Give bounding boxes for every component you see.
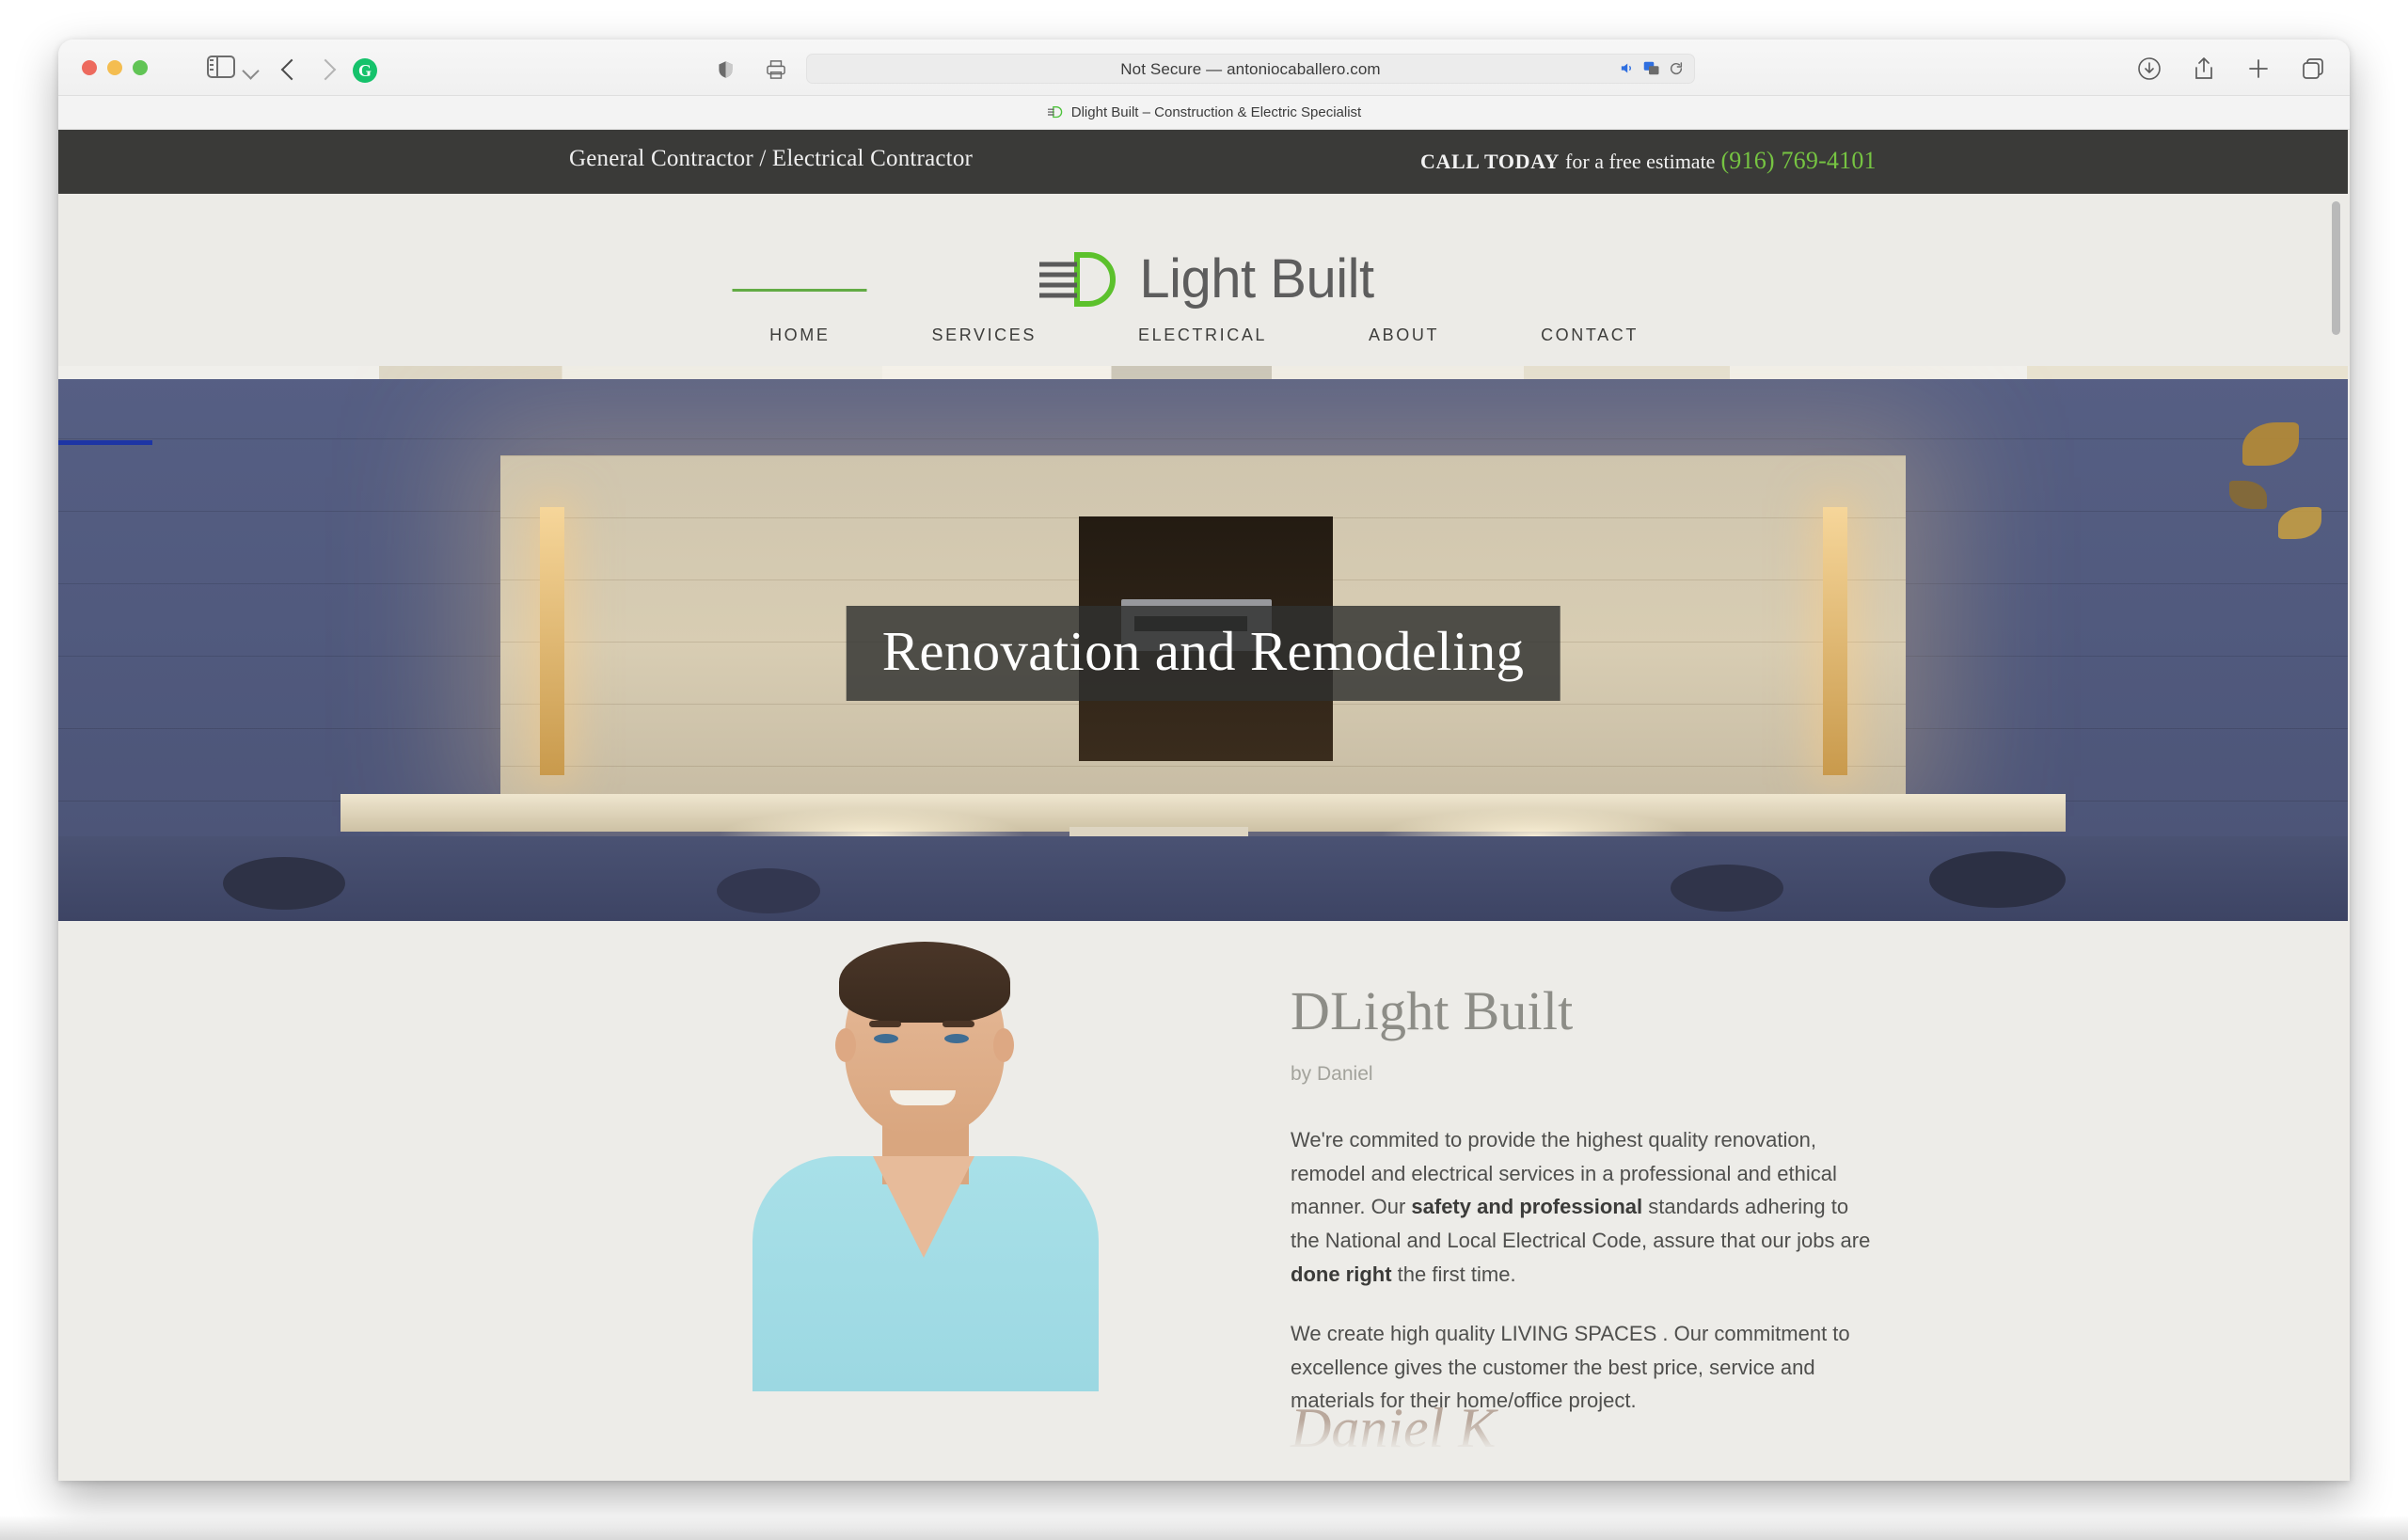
hero-light-panel-left [540,507,564,775]
plus-icon[interactable] [2246,56,2271,81]
nav-label-home: HOME [769,325,831,344]
toolbar-right-icons [2137,56,2325,81]
hero-light-panel-right [1823,507,1847,775]
reader-icon[interactable] [766,60,786,79]
main-navigation: HOME SERVICES ELECTRICAL ABOUT CONTACT [58,325,2350,345]
hero-bush [1671,865,1783,912]
grammarly-icon[interactable]: G [353,58,377,83]
chevron-down-icon[interactable] [242,62,260,80]
minimize-window-button[interactable] [107,60,122,75]
page-load-progress [58,440,152,445]
tab-title[interactable]: Dlight Built – Construction & Electric S… [1071,104,1361,120]
about-p2-emphasis: LIVING SPACES [1500,1322,1657,1346]
nav-label-about: ABOUT [1369,325,1440,344]
site-header: Light Built HOME SERVICES ELECTRICAL ABO… [58,194,2350,366]
audio-icon[interactable] [1619,60,1635,76]
nav-label-electrical: ELECTRICAL [1138,325,1268,344]
hero-skyline-strip [58,366,2348,379]
forward-arrow-icon[interactable] [314,58,337,81]
reload-icon[interactable] [1669,61,1684,76]
site-logo[interactable]: Light Built [58,247,2350,310]
hero-bush [1929,851,2066,908]
sidebar-icon[interactable] [207,56,235,78]
hero-caption: Renovation and Remodeling [846,606,1560,701]
translate-icon[interactable] [1643,60,1660,76]
site-logo-text: Light Built [1139,248,1374,310]
hero-bush [717,868,820,913]
call-today-label: CALL TODAY [1420,150,1560,173]
about-paragraph-1: We're commited to provide the highest qu… [1291,1123,1874,1291]
free-estimate-label: for a free estimate [1565,150,1716,173]
url-text: Not Secure — antoniocaballero.com [1120,60,1381,78]
about-p1-bold-1: safety and professional [1411,1195,1643,1219]
address-bar-icons [1619,60,1684,76]
nav-item-contact[interactable]: CONTACT [1490,325,1689,345]
close-window-button[interactable] [82,60,97,75]
about-text-block: DLight Built by Daniel We're commited to… [1291,979,1874,1418]
hero-ledge [341,794,2066,832]
about-p1-bold-2: done right [1291,1262,1392,1286]
browser-toolbar: G Not Secure — antoniocaballero.com [58,40,2350,96]
grammarly-letter: G [357,61,372,80]
page-viewport: General Contractor / Electrical Contract… [58,130,2350,1481]
site-topbar: General Contractor / Electrical Contract… [58,130,2348,194]
about-title: DLight Built [1291,980,1574,1041]
page-scrollbar[interactable] [2332,135,2340,1481]
hero-caption-text: Renovation and Remodeling [881,620,1525,682]
call-today-block: CALL TODAY for a free estimate (916) 769… [1420,147,1877,175]
nav-item-services[interactable]: SERVICES [880,325,1087,345]
browser-window: G Not Secure — antoniocaballero.com Dlig… [58,40,2350,1481]
site-tagline: General Contractor / Electrical Contract… [569,146,974,171]
nav-item-about[interactable]: ABOUT [1318,325,1490,345]
tabs-icon[interactable] [2301,56,2325,81]
maximize-window-button[interactable] [133,60,148,75]
privacy-shield-icon[interactable] [717,58,735,81]
scrollbar-thumb[interactable] [2332,201,2340,335]
about-p2-part-a: We create high quality [1291,1322,1501,1346]
nav-item-home[interactable]: HOME [719,325,880,345]
tab-bar[interactable]: Dlight Built – Construction & Electric S… [58,96,2350,130]
about-section: DLight Built by Daniel We're commited to… [58,921,2350,1481]
back-arrow-icon[interactable] [280,58,303,81]
about-byline: by Daniel [1291,1063,1373,1085]
hero-banner: Renovation and Remodeling [58,366,2348,921]
screenshot-root: G Not Secure — antoniocaballero.com Dlig… [0,0,2408,1540]
owner-portrait-photo [734,942,1110,1391]
screen-bottom-shadow [0,1516,2408,1540]
nav-label-contact: CONTACT [1541,325,1639,344]
window-controls[interactable] [82,60,148,75]
about-p1-part-e: the first time. [1391,1262,1516,1286]
hero-bush [223,857,345,910]
nav-label-services: SERVICES [931,325,1037,344]
address-bar[interactable]: Not Secure — antoniocaballero.com [806,54,1695,84]
nav-item-electrical[interactable]: ELECTRICAL [1087,325,1318,345]
dlight-plug-icon [1034,249,1139,310]
bottom-fade-overlay [58,1420,2350,1481]
dlight-favicon-icon [1047,105,1063,119]
phone-number-link[interactable]: (916) 769-4101 [1720,147,1876,174]
share-icon[interactable] [2192,56,2216,81]
download-icon[interactable] [2137,56,2162,81]
